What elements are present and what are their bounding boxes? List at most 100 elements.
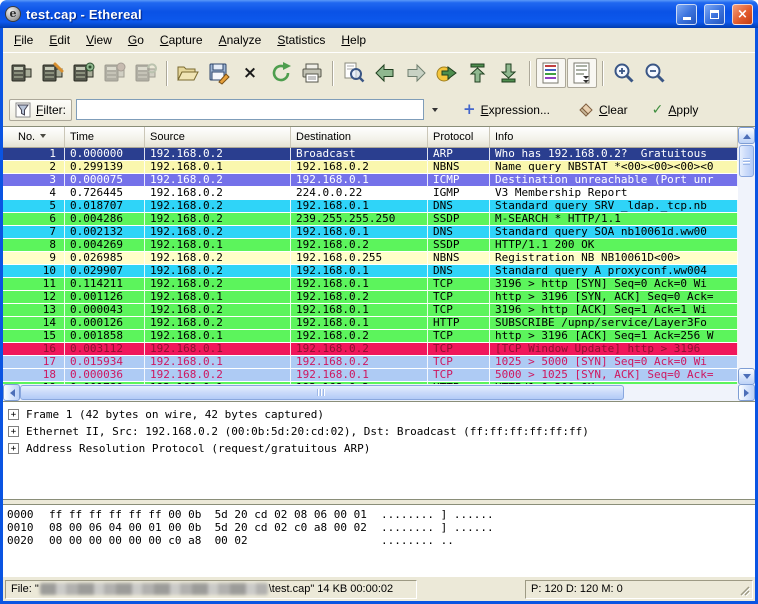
- horizontal-scrollbar[interactable]: [3, 384, 755, 401]
- menu-statistics[interactable]: Statistics: [269, 30, 333, 50]
- scroll-down-button[interactable]: [738, 368, 755, 385]
- resize-grip[interactable]: [738, 584, 751, 597]
- filter-dropdown-button[interactable]: [428, 101, 442, 119]
- scroll-right-button[interactable]: [738, 384, 755, 401]
- title-bar[interactable]: e test.cap - Ethereal ×: [0, 0, 758, 28]
- print-button[interactable]: [297, 58, 327, 88]
- close-file-icon: ×: [243, 65, 257, 82]
- expand-plus-icon[interactable]: +: [8, 443, 19, 454]
- cell-destination: 192.168.0.2: [291, 161, 428, 174]
- minimize-button[interactable]: [676, 4, 697, 25]
- clear-button[interactable]: Clear: [573, 100, 633, 120]
- column-header-time[interactable]: Time: [65, 127, 145, 148]
- packet-row[interactable]: 20.299139192.168.0.1192.168.0.2NBNSName …: [3, 161, 738, 174]
- save-file-button[interactable]: [204, 58, 234, 88]
- start-capture-button[interactable]: [69, 58, 99, 88]
- packet-row[interactable]: 140.000126192.168.0.2192.168.0.1HTTPSUBS…: [3, 317, 738, 330]
- expand-plus-icon[interactable]: +: [8, 426, 19, 437]
- apply-button[interactable]: ✓ Apply: [647, 101, 704, 119]
- column-header-source[interactable]: Source: [145, 127, 291, 148]
- cell-source: 192.168.0.1: [145, 161, 291, 174]
- menu-edit[interactable]: Edit: [41, 30, 78, 50]
- detail-line[interactable]: +Address Resolution Protocol (request/gr…: [3, 440, 755, 457]
- hex-pane[interactable]: 0000ff ff ff ff ff ff 00 0b 5d 20 cd 02 …: [3, 504, 755, 577]
- cell-protocol: TCP: [428, 304, 490, 317]
- open-file-button[interactable]: [173, 58, 203, 88]
- packet-list-pane: No. Time Source Destination Protocol Inf…: [3, 126, 755, 402]
- cell-destination: 192.168.0.255: [291, 252, 428, 265]
- cell-source: 192.168.0.2: [145, 304, 291, 317]
- vertical-scroll-thumb[interactable]: [739, 145, 754, 177]
- menu-view[interactable]: View: [78, 30, 120, 50]
- cell-info: 5000 > 1025 [SYN, ACK] Seq=0 Ack=: [490, 369, 738, 382]
- cell-protocol: TCP: [428, 278, 490, 291]
- close-button[interactable]: ×: [732, 4, 753, 25]
- packet-row[interactable]: 130.000043192.168.0.2192.168.0.1TCP3196 …: [3, 304, 738, 317]
- horizontal-scroll-track[interactable]: [624, 384, 738, 401]
- packet-row[interactable]: 50.018707192.168.0.2192.168.0.1DNSStanda…: [3, 200, 738, 213]
- packet-row[interactable]: 150.001858192.168.0.1192.168.0.2TCPhttp …: [3, 330, 738, 343]
- horizontal-scroll-thumb[interactable]: [20, 385, 624, 400]
- go-to-bottom-button[interactable]: [494, 58, 524, 88]
- scroll-left-button[interactable]: [3, 384, 20, 401]
- zoom-out-button[interactable]: [640, 58, 670, 88]
- go-to-packet-button[interactable]: [432, 58, 462, 88]
- cell-time: 0.114211: [65, 278, 145, 291]
- column-header-info[interactable]: Info: [490, 127, 738, 148]
- go-back-button[interactable]: [370, 58, 400, 88]
- column-header-protocol[interactable]: Protocol: [428, 127, 490, 148]
- scroll-up-button[interactable]: [738, 127, 755, 144]
- packet-row[interactable]: 170.015934192.168.0.1192.168.0.2TCP1025 …: [3, 356, 738, 369]
- minimize-icon: [683, 17, 691, 20]
- go-top-icon: [466, 61, 490, 85]
- detail-line[interactable]: +Ethernet II, Src: 192.168.0.2 (00:0b:5d…: [3, 423, 755, 440]
- packet-row[interactable]: 80.004269192.168.0.1192.168.0.2SSDPHTTP/…: [3, 239, 738, 252]
- packet-row[interactable]: 40.726445192.168.0.2224.0.0.22IGMPV3 Mem…: [3, 187, 738, 200]
- cell-protocol: TCP: [428, 330, 490, 343]
- vertical-scroll-track[interactable]: [738, 177, 755, 368]
- menu-file[interactable]: File: [6, 30, 41, 50]
- packet-row[interactable]: 60.004286192.168.0.2239.255.255.250SSDPM…: [3, 213, 738, 226]
- find-packet-button[interactable]: [339, 58, 369, 88]
- packet-row[interactable]: 160.003112192.168.0.1192.168.0.2TCP[TCP …: [3, 343, 738, 356]
- detail-text: Frame 1 (42 bytes on wire, 42 bytes capt…: [26, 408, 324, 421]
- go-forward-button[interactable]: [401, 58, 431, 88]
- column-header-no[interactable]: No.: [3, 127, 65, 148]
- packet-row[interactable]: 90.026985192.168.0.2192.168.0.255NBNSReg…: [3, 252, 738, 265]
- expression-button[interactable]: + Expression...: [458, 100, 555, 119]
- menu-go[interactable]: Go: [120, 30, 152, 50]
- packet-row[interactable]: 120.001126192.168.0.1192.168.0.2TCPhttp …: [3, 291, 738, 304]
- menu-capture[interactable]: Capture: [152, 30, 211, 50]
- vertical-scrollbar[interactable]: [738, 127, 755, 385]
- cell-no: 2: [3, 161, 65, 174]
- packet-row[interactable]: 70.002132192.168.0.2192.168.0.1DNSStanda…: [3, 226, 738, 239]
- close-file-button[interactable]: ×: [235, 58, 265, 88]
- packet-row[interactable]: 180.000036192.168.0.2192.168.0.1TCP5000 …: [3, 369, 738, 382]
- menu-help[interactable]: Help: [333, 30, 374, 50]
- filter-button[interactable]: Filter:: [9, 99, 72, 121]
- apply-label: Apply: [668, 103, 698, 117]
- packet-row[interactable]: 100.029907192.168.0.2192.168.0.1DNSStand…: [3, 265, 738, 278]
- auto-scroll-button[interactable]: [567, 58, 597, 88]
- packet-details[interactable]: + Frame 1 (42 bytes on wire, 42 bytes cap…: [3, 402, 755, 500]
- packet-row[interactable]: 30.000075192.168.0.2192.168.0.1ICMPDesti…: [3, 174, 738, 187]
- detail-line[interactable]: + Frame 1 (42 bytes on wire, 42 bytes cap…: [3, 406, 755, 423]
- cell-protocol: ICMP: [428, 174, 490, 187]
- filter-input[interactable]: [76, 99, 424, 120]
- packet-row[interactable]: 10.000000192.168.0.2BroadcastARPWho has …: [3, 148, 738, 161]
- colorize-button[interactable]: [536, 58, 566, 88]
- expand-plus-icon[interactable]: +: [8, 409, 19, 420]
- zoom-in-button[interactable]: [609, 58, 639, 88]
- maximize-button[interactable]: [704, 4, 725, 25]
- list-interfaces-button[interactable]: [7, 58, 37, 88]
- reload-button[interactable]: [266, 58, 296, 88]
- cell-protocol: TCP: [428, 343, 490, 356]
- cell-no: 16: [3, 343, 65, 356]
- go-to-top-button[interactable]: [463, 58, 493, 88]
- packet-row[interactable]: 110.114211192.168.0.2192.168.0.1TCP3196 …: [3, 278, 738, 291]
- column-header-destination[interactable]: Destination: [291, 127, 428, 148]
- cell-time: 0.002132: [65, 226, 145, 239]
- menu-analyze[interactable]: Analyze: [211, 30, 270, 50]
- capture-options-button[interactable]: [38, 58, 68, 88]
- cell-source: 192.168.0.2: [145, 174, 291, 187]
